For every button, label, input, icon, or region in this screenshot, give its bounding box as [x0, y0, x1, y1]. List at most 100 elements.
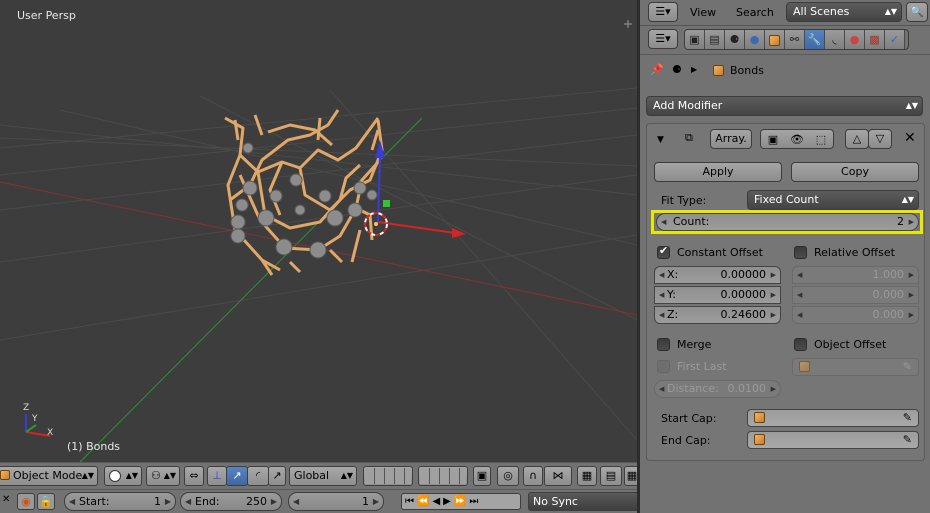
mode-selector[interactable]: Object Mode ▲▼: [0, 466, 98, 486]
keyframe-button[interactable]: ◉: [17, 493, 35, 510]
layer-buttons[interactable]: [420, 468, 466, 484]
decrement-arrow-icon[interactable]: ◀: [659, 307, 664, 323]
transform-orientation-selector[interactable]: Global ▲▼: [289, 466, 357, 486]
rotate-button[interactable]: ◜: [247, 466, 269, 486]
modifier-visibility-group: ▣ 👁 ⬚: [760, 129, 834, 149]
decrement-arrow-icon[interactable]: ◀: [293, 493, 299, 510]
viewport-shading-button[interactable]: ▲▼: [104, 466, 142, 486]
increment-arrow-icon[interactable]: ▶: [165, 493, 171, 510]
pin-icon[interactable]: 📌: [650, 62, 664, 78]
menu-arrow-icon[interactable]: ✕: [2, 494, 10, 505]
collapse-triangle-icon[interactable]: ▼: [657, 132, 664, 148]
tab-constraints[interactable]: ⚯: [785, 30, 805, 49]
eyedropper-icon[interactable]: ✎: [903, 432, 912, 448]
start-frame-field[interactable]: ◀ Start: 1 ▶: [64, 492, 176, 511]
decrement-arrow-icon[interactable]: ◀: [661, 214, 666, 230]
decrement-arrow-icon[interactable]: ◀: [185, 493, 191, 510]
eye-icon[interactable]: 👁: [787, 132, 807, 148]
editor-type-selector[interactable]: ☰▾: [648, 2, 678, 22]
move-down-button[interactable]: ▽: [868, 129, 892, 149]
render-camera-icon[interactable]: ▣: [763, 132, 783, 148]
close-icon[interactable]: ✕: [904, 130, 916, 146]
snap-element-selector[interactable]: ⋈: [544, 466, 572, 486]
copy-button[interactable]: Copy: [791, 162, 919, 182]
fit-type-dropdown[interactable]: Fixed Count ▲▼: [747, 190, 919, 210]
axis-z-label: Z: [23, 403, 30, 413]
decrement-arrow-icon[interactable]: ◀: [659, 287, 664, 303]
current-frame-field[interactable]: ◀ 1 ▶: [288, 492, 384, 511]
tab-render[interactable]: ▣: [685, 30, 705, 49]
eyedropper-icon[interactable]: ✎: [903, 410, 912, 426]
editmode-icon[interactable]: ⬚: [811, 132, 831, 148]
snap-toggle[interactable]: ∩: [523, 466, 543, 486]
next-key-icon[interactable]: ⏩: [454, 496, 469, 507]
sync-mode-selector[interactable]: No Sync: [528, 492, 640, 511]
increment-arrow-icon: ▶: [908, 271, 914, 279]
relative-offset-checkbox[interactable]: [794, 246, 807, 259]
play-icon[interactable]: ▶: [443, 496, 454, 507]
increment-arrow-icon[interactable]: ▶: [771, 307, 776, 323]
grid-icon: ▦: [626, 469, 638, 482]
tab-scene[interactable]: ⚈: [725, 30, 745, 49]
tab-physics[interactable]: ✓: [885, 30, 905, 49]
layer-buttons[interactable]: [365, 468, 411, 484]
count-field[interactable]: ◀ Count: 2 ▶: [656, 213, 919, 231]
render-animation-button[interactable]: ▤: [600, 466, 622, 486]
prev-key-icon[interactable]: ⏪: [417, 496, 432, 507]
merge-checkbox[interactable]: [657, 338, 670, 351]
constant-y-field[interactable]: ◀ Y: 0.00000 ▶: [654, 286, 781, 304]
decrement-arrow-icon[interactable]: ◀: [659, 267, 664, 283]
floor-grid: [0, 87, 637, 441]
layers-block-1[interactable]: [363, 466, 413, 486]
apply-button[interactable]: Apply: [654, 162, 782, 182]
lock-camera-button[interactable]: ▣: [473, 466, 491, 486]
object-mode-icon: [0, 470, 10, 480]
increment-arrow-icon[interactable]: ▶: [771, 267, 776, 283]
editor-type-selector[interactable]: ☰▾: [648, 29, 678, 49]
opengl-render-button[interactable]: ▦: [577, 466, 597, 486]
jump-end-icon[interactable]: ⏭: [469, 496, 481, 507]
tab-modifiers[interactable]: 🔧: [805, 30, 825, 49]
lock-layers-icon: ▣: [476, 469, 488, 482]
proportional-edit-button[interactable]: ◎: [497, 466, 519, 486]
constant-offset-checkbox[interactable]: [657, 244, 670, 259]
tab-object[interactable]: [765, 30, 785, 49]
end-cap-field[interactable]: ✎: [747, 431, 919, 449]
tab-texture[interactable]: ▩: [865, 30, 885, 49]
search-menu[interactable]: Search: [736, 6, 774, 19]
decrement-arrow-icon: ◀: [659, 385, 665, 393]
tab-data[interactable]: ◟: [825, 30, 845, 49]
jump-start-icon[interactable]: ⏮: [405, 496, 417, 507]
search-button[interactable]: 🔍: [906, 2, 928, 22]
manipulator-toggle[interactable]: ⇔: [184, 466, 204, 486]
scene-filter-selector[interactable]: All Scenes ▲▼: [786, 2, 902, 22]
translate-manipulator[interactable]: ⊥: [207, 466, 227, 486]
constant-x-field[interactable]: ◀ X: 0.00000 ▶: [654, 266, 781, 284]
tab-render-layers[interactable]: ▤: [705, 30, 725, 49]
increment-arrow-icon[interactable]: ▶: [373, 493, 379, 510]
scale-button[interactable]: ↗: [268, 466, 286, 486]
increment-arrow-icon[interactable]: ▶: [909, 214, 914, 230]
lock-button[interactable]: 🔒: [37, 493, 55, 510]
increment-arrow-icon[interactable]: ▶: [771, 287, 776, 303]
translate-button[interactable]: ↗: [226, 466, 248, 486]
end-frame-field[interactable]: ◀ End: 250 ▶: [180, 492, 282, 511]
increment-arrow-icon[interactable]: ▶: [271, 493, 277, 510]
layers-block-2[interactable]: [418, 466, 468, 486]
tab-world[interactable]: ●: [745, 30, 765, 49]
constant-z-field[interactable]: ◀ Z: 0.24600 ▶: [654, 306, 781, 324]
object-offset-checkbox[interactable]: [794, 338, 807, 351]
add-modifier-dropdown[interactable]: Add Modifier ▲▼: [646, 96, 923, 116]
distance-label: Distance:: [667, 382, 719, 395]
arrow-icon: ↗: [232, 469, 242, 482]
tab-material[interactable]: ●: [845, 30, 865, 49]
decrement-arrow-icon[interactable]: ◀: [69, 493, 75, 510]
pivot-point-button[interactable]: ⚇ ▲▼: [146, 466, 180, 486]
3d-viewport[interactable]: User Persp (1) Bonds Z Y X: [0, 0, 637, 462]
play-reverse-icon[interactable]: ◀: [432, 496, 443, 507]
view-menu[interactable]: View: [690, 6, 716, 19]
move-up-button[interactable]: △: [845, 129, 869, 149]
start-cap-field[interactable]: ✎: [747, 409, 919, 427]
modifier-name-field[interactable]: Array.: [710, 129, 752, 149]
properties-icon: ☰▾: [655, 32, 671, 45]
